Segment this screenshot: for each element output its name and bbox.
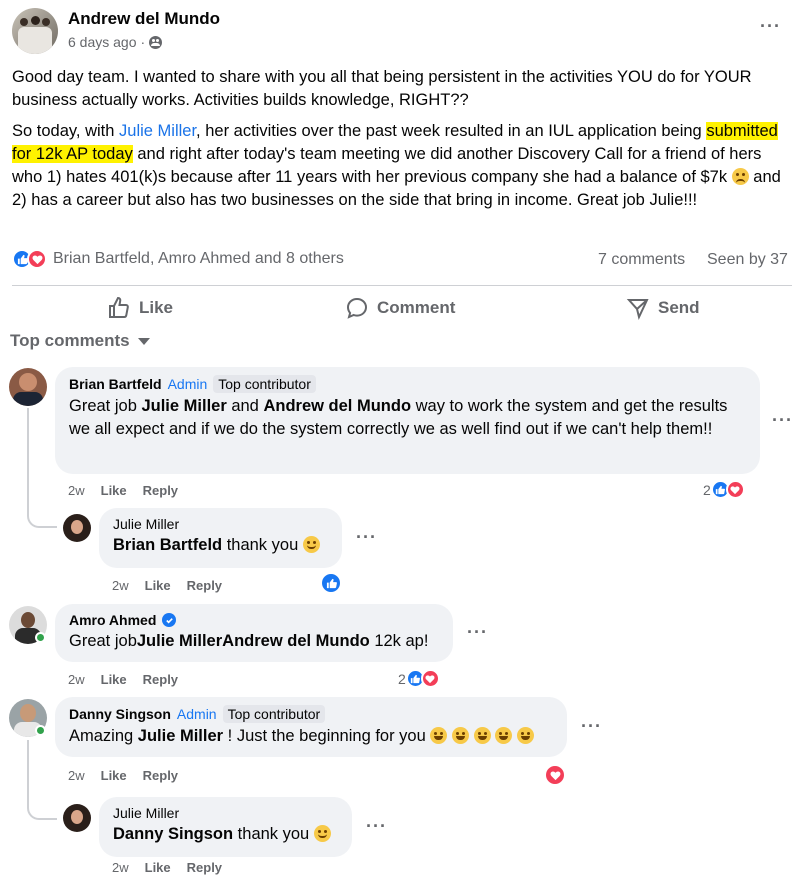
comment-bubble: Brian Bartfeld Admin Top contributor Gre… <box>55 367 760 474</box>
thread-line <box>27 740 57 820</box>
comment-more-icon[interactable]: ··· <box>366 816 387 837</box>
avatar[interactable] <box>9 368 47 406</box>
comment-reply-button[interactable]: Reply <box>143 768 178 783</box>
post-more-options-icon[interactable]: ··· <box>760 16 781 37</box>
comment-like-button[interactable]: Like <box>101 768 127 783</box>
comment-reactions[interactable]: 2 <box>398 669 440 688</box>
author-avatar[interactable] <box>12 8 58 54</box>
comment-author[interactable]: Julie Miller <box>113 516 179 532</box>
mention[interactable]: Julie Miller <box>137 632 222 650</box>
mention[interactable]: Julie Miller <box>138 727 223 745</box>
comment-bubble: Amro Ahmed Great jobJulie MillerAndrew d… <box>55 604 453 662</box>
love-reaction-icon <box>725 480 745 499</box>
love-reaction-icon[interactable] <box>544 764 566 786</box>
comment-reactions[interactable]: 2 <box>703 480 745 499</box>
comment-like-button[interactable]: Like <box>101 672 127 687</box>
send-button[interactable]: Send <box>626 296 700 320</box>
comment-author[interactable]: Brian Bartfeld <box>69 376 162 392</box>
avatar[interactable] <box>63 514 91 542</box>
reactions-summary[interactable]: Brian Bartfeld, Amro Ahmed and 8 others <box>12 249 344 269</box>
thumbs-up-icon <box>109 296 129 318</box>
comment-actions: 2w Like Reply <box>68 672 179 687</box>
comment-more-icon[interactable]: ··· <box>356 527 377 548</box>
comment-text: Brian Bartfeld thank you <box>113 534 328 557</box>
comment-reply-button[interactable]: Reply <box>143 672 178 687</box>
love-reaction-icon <box>27 249 47 269</box>
comment-author[interactable]: Danny Singson <box>69 706 171 722</box>
top-contributor-badge: Top contributor <box>222 705 326 723</box>
grin-emoji-icon <box>473 727 491 744</box>
comment-reply-button[interactable]: Reply <box>187 860 222 875</box>
comment-text: Amazing Julie Miller ! Just the beginnin… <box>69 725 553 748</box>
mention[interactable]: Brian Bartfeld <box>113 536 222 554</box>
comment-like-button[interactable]: Like <box>101 483 127 498</box>
comment-actions: 2w Like Reply <box>112 860 223 875</box>
admin-label: Admin <box>167 376 208 392</box>
post-paragraph-2: So today, with Julie Miller, her activit… <box>12 122 781 209</box>
post-meta: 6 days ago · <box>68 34 163 50</box>
admin-label: Admin <box>176 706 217 722</box>
comment-more-icon[interactable]: ··· <box>467 622 488 643</box>
comment-text: Great job Julie Miller and Andrew del Mu… <box>69 397 728 438</box>
comment-icon <box>346 297 368 319</box>
grin-emoji-icon <box>495 727 513 744</box>
comment-like-button[interactable]: Like <box>145 578 171 593</box>
comment-actions: 2w Like Reply <box>68 768 179 783</box>
group-icon <box>149 35 163 49</box>
post-author-name[interactable]: Andrew del Mundo <box>68 9 220 29</box>
mention[interactable]: Julie Miller <box>141 397 226 415</box>
mention[interactable]: Andrew del Mundo <box>263 397 411 415</box>
top-contributor-badge: Top contributor <box>213 375 316 393</box>
reply-bubble: Julie Miller Danny Singson thank you <box>99 797 352 857</box>
like-button[interactable]: Like <box>107 296 173 320</box>
comment-button[interactable]: Comment <box>345 296 455 320</box>
post-timestamp[interactable]: 6 days ago <box>68 34 137 50</box>
comment-sort-dropdown[interactable]: Top comments <box>10 331 150 351</box>
post-paragraph-1: Good day team. I wanted to share with yo… <box>12 68 752 109</box>
grin-emoji-icon <box>451 727 469 744</box>
comment-more-icon[interactable]: ··· <box>772 410 793 431</box>
comment-author[interactable]: Julie Miller <box>113 805 179 821</box>
comment-author[interactable]: Amro Ahmed <box>69 612 156 628</box>
reply-bubble: Julie Miller Brian Bartfeld thank you <box>99 508 342 568</box>
comment-reply-button[interactable]: Reply <box>187 578 222 593</box>
online-status-icon <box>35 632 46 643</box>
online-status-icon <box>35 725 46 736</box>
avatar[interactable] <box>63 804 91 832</box>
chevron-down-icon <box>137 337 150 345</box>
comment-bubble: Danny Singson Admin Top contributor Amaz… <box>55 697 567 757</box>
mention[interactable]: Andrew del Mundo <box>222 632 370 650</box>
comment-actions: 2w Like Reply <box>112 578 223 593</box>
comment-actions: 2w Like Reply <box>68 483 179 498</box>
comment-text: Great jobJulie MillerAndrew del Mundo 12… <box>69 632 429 650</box>
like-reaction-icon[interactable] <box>320 572 342 594</box>
sad-emoji-icon <box>731 168 749 185</box>
comments-count[interactable]: 7 comments <box>598 251 685 269</box>
comment-more-icon[interactable]: ··· <box>581 716 602 737</box>
comment-text: Danny Singson thank you <box>113 823 338 846</box>
reactions-names[interactable]: Brian Bartfeld, Amro Ahmed and 8 others <box>53 250 344 268</box>
send-icon <box>626 299 649 320</box>
comment-like-button[interactable]: Like <box>145 860 171 875</box>
mention[interactable]: Danny Singson <box>113 825 233 843</box>
seen-by-count[interactable]: Seen by 37 <box>707 251 788 269</box>
love-reaction-icon <box>420 669 440 688</box>
mention-julie-miller[interactable]: Julie Miller <box>119 122 196 140</box>
smile-emoji-icon <box>313 825 331 842</box>
grin-emoji-icon <box>516 727 534 744</box>
grin-emoji-icon <box>430 727 448 744</box>
divider <box>12 285 792 286</box>
thread-line <box>27 408 57 528</box>
comment-reply-button[interactable]: Reply <box>143 483 178 498</box>
smile-emoji-icon <box>302 536 320 553</box>
verified-badge-icon <box>162 613 177 627</box>
